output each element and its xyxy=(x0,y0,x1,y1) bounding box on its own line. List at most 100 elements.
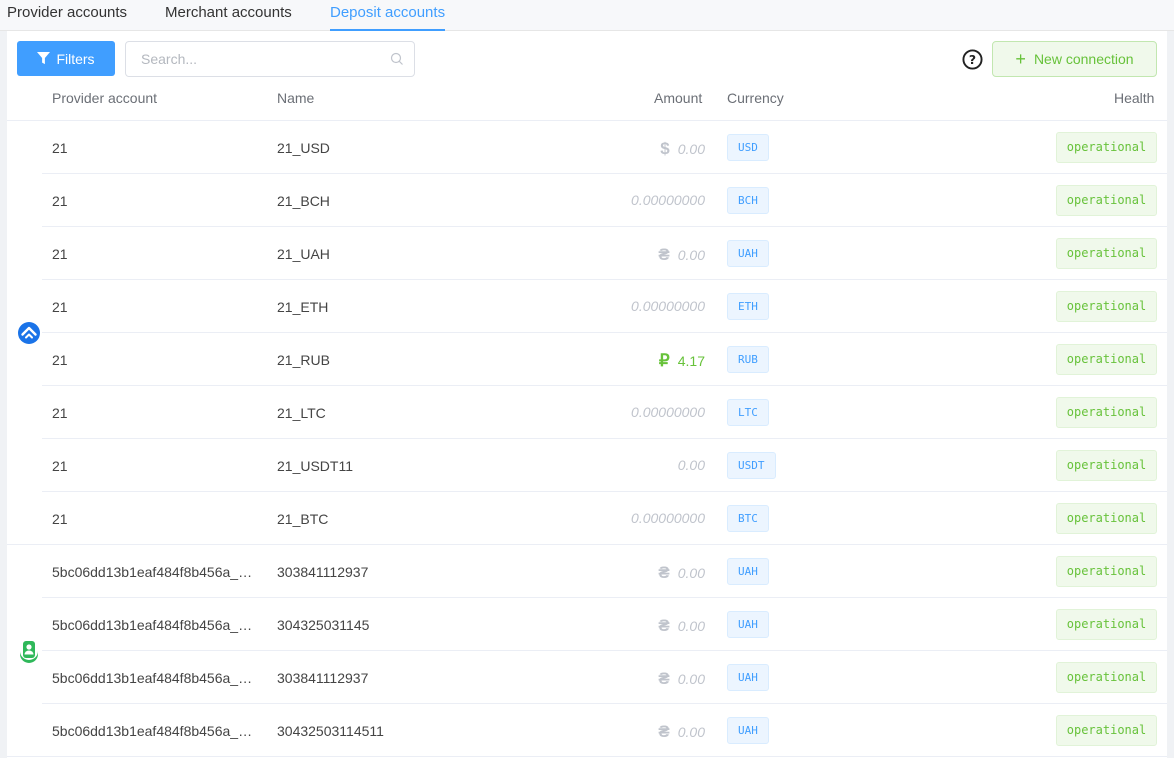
provider-account-cell: 21 xyxy=(52,511,68,527)
frame-border-right xyxy=(1167,31,1174,758)
currency-tag: BCH xyxy=(727,187,769,214)
table-row[interactable]: 5bc06dd13b1eaf484f8b456a_… 304325031145 ₴ 0… xyxy=(42,598,1167,651)
amount-cell: ₴ 0.00 xyxy=(658,245,705,265)
amount-value: 0.00000000 xyxy=(631,510,705,526)
table-row[interactable]: 21 21_UAH ₴ 0.00 UAH operational xyxy=(42,227,1167,280)
search-input[interactable] xyxy=(126,42,376,76)
provider-account-cell: 5bc06dd13b1eaf484f8b456a_… xyxy=(52,617,253,633)
funnel-icon xyxy=(37,52,51,65)
name-cell: 30432503114511 xyxy=(277,723,384,739)
amount-cell: ₴ 0.00 xyxy=(658,563,705,583)
table-row[interactable]: 21 21_BCH 0.00000000 BCH operational xyxy=(42,174,1167,227)
provider-account-cell: 21 xyxy=(52,458,68,474)
name-cell: 21_LTC xyxy=(277,405,326,421)
search-icon xyxy=(390,52,403,65)
name-cell: 21_RUB xyxy=(277,352,330,368)
provider-account-cell: 21 xyxy=(52,299,68,315)
name-cell: 21_USD xyxy=(277,140,330,156)
name-cell: 21_ETH xyxy=(277,299,329,315)
health-status-badge: operational xyxy=(1056,609,1157,640)
table-row[interactable]: 21 21_RUB ₽4.17 RUB operational xyxy=(42,333,1167,386)
currency-tag: LTC xyxy=(727,399,769,426)
tab-bar: Provider accounts Merchant accounts Depo… xyxy=(0,0,1174,31)
search-field[interactable] xyxy=(125,41,415,77)
amount-cell: ₴ 0.00 xyxy=(658,669,705,689)
amount-cell: 0.00000000 xyxy=(631,192,705,208)
health-status-badge: operational xyxy=(1056,291,1157,322)
amount-cell: ₽4.17 xyxy=(659,351,705,371)
currency-sign: $ xyxy=(660,139,670,158)
health-status-badge: operational xyxy=(1056,344,1157,375)
amount-cell: 0.00 xyxy=(678,457,705,473)
amount-value: 0.00000000 xyxy=(631,404,705,420)
amount-value: 0.00 xyxy=(677,565,705,581)
filters-label: Filters xyxy=(56,50,95,67)
health-status-badge: operational xyxy=(1056,397,1157,428)
currency-tag: UAH xyxy=(727,664,769,691)
name-cell: 21_BTC xyxy=(277,511,329,527)
amount-value: 4.17 xyxy=(677,353,705,369)
svg-text:?: ? xyxy=(969,52,976,67)
tab-deposit-accounts[interactable]: Deposit accounts xyxy=(330,4,446,31)
currency-sign: ₴ xyxy=(658,245,670,264)
currency-tag: USD xyxy=(727,134,769,161)
provider-account-cell: 21 xyxy=(52,352,68,368)
currency-sign: ₴ xyxy=(658,616,670,635)
new-connection-button[interactable]: + New connection xyxy=(992,41,1157,77)
currency-tag: UAH xyxy=(727,717,769,744)
name-cell: 21_BCH xyxy=(277,193,330,209)
provider-account-cell: 5bc06dd13b1eaf484f8b456a_… xyxy=(52,723,253,739)
currency-tag: BTC xyxy=(727,505,769,532)
table-row[interactable]: 21 21_USD $0.00 USD operational xyxy=(42,121,1167,174)
amount-value: 0.00 xyxy=(677,141,705,157)
provider-account-cell: 5bc06dd13b1eaf484f8b456a_… xyxy=(52,564,253,580)
person-badge-icon xyxy=(20,641,38,663)
amount-value: 0.00000000 xyxy=(631,298,705,314)
group-divider xyxy=(7,756,1167,757)
currency-sign: ₴ xyxy=(658,563,670,582)
table-row[interactable]: 21 21_ETH 0.00000000 ETH operational xyxy=(42,280,1167,333)
amount-cell: $0.00 xyxy=(660,139,705,159)
column-header-amount: Amount xyxy=(654,90,703,106)
table-row[interactable]: 5bc06dd13b1eaf484f8b456a_… 30432503114511… xyxy=(42,704,1167,757)
tab-merchant-accounts[interactable]: Merchant accounts xyxy=(165,4,292,31)
help-icon[interactable]: ? xyxy=(962,49,983,70)
currency-tag: ETH xyxy=(727,293,769,320)
table-row[interactable]: 21 21_USDT11 0.00 USDT operational xyxy=(42,439,1167,492)
health-status-badge: operational xyxy=(1056,715,1157,746)
health-status-badge: operational xyxy=(1056,238,1157,269)
filters-button[interactable]: Filters xyxy=(17,41,115,76)
name-cell: 21_UAH xyxy=(277,246,330,262)
amount-cell: ₴ 0.00 xyxy=(658,616,705,636)
amount-value: 0.00 xyxy=(677,457,705,473)
table-row[interactable]: 5bc06dd13b1eaf484f8b456a_… 303841112937 ₴ 0… xyxy=(42,651,1167,704)
name-cell: 21_USDT11 xyxy=(277,458,354,474)
health-status-badge: operational xyxy=(1056,503,1157,534)
amount-cell: ₴ 0.00 xyxy=(658,722,705,742)
column-header-provider-account: Provider account xyxy=(52,90,158,106)
amount-value: 0.00000000 xyxy=(631,192,705,208)
table-row[interactable]: 21 21_BTC 0.00000000 BTC operational xyxy=(42,492,1167,545)
provider-account-cell: 21 xyxy=(52,246,68,262)
provider-account-cell: 21 xyxy=(52,193,68,209)
amount-value: 0.00 xyxy=(677,724,705,740)
amount-value: 0.00 xyxy=(677,247,705,263)
house-shield-icon xyxy=(18,322,40,344)
currency-sign: ₴ xyxy=(658,669,670,688)
currency-tag: USDT xyxy=(727,452,776,479)
health-status-badge: operational xyxy=(1056,132,1157,163)
name-cell: 303841112937 xyxy=(277,670,369,686)
health-status-badge: operational xyxy=(1056,185,1157,216)
name-cell: 303841112937 xyxy=(277,564,369,580)
new-connection-label: New connection xyxy=(1033,51,1134,67)
provider-account-cell: 5bc06dd13b1eaf484f8b456a_… xyxy=(52,670,253,686)
column-header-currency: Currency xyxy=(727,90,784,106)
column-header-name: Name xyxy=(277,90,315,106)
currency-sign: ₽ xyxy=(658,351,670,370)
amount-value: 0.00 xyxy=(677,618,705,634)
plus-icon: + xyxy=(1015,49,1026,69)
table-row[interactable]: 5bc06dd13b1eaf484f8b456a_… 303841112937 ₴ 0… xyxy=(42,545,1167,598)
frame-border-left xyxy=(0,31,7,758)
tab-provider-accounts[interactable]: Provider accounts xyxy=(7,4,127,31)
table-row[interactable]: 21 21_LTC 0.00000000 LTC operational xyxy=(42,386,1167,439)
